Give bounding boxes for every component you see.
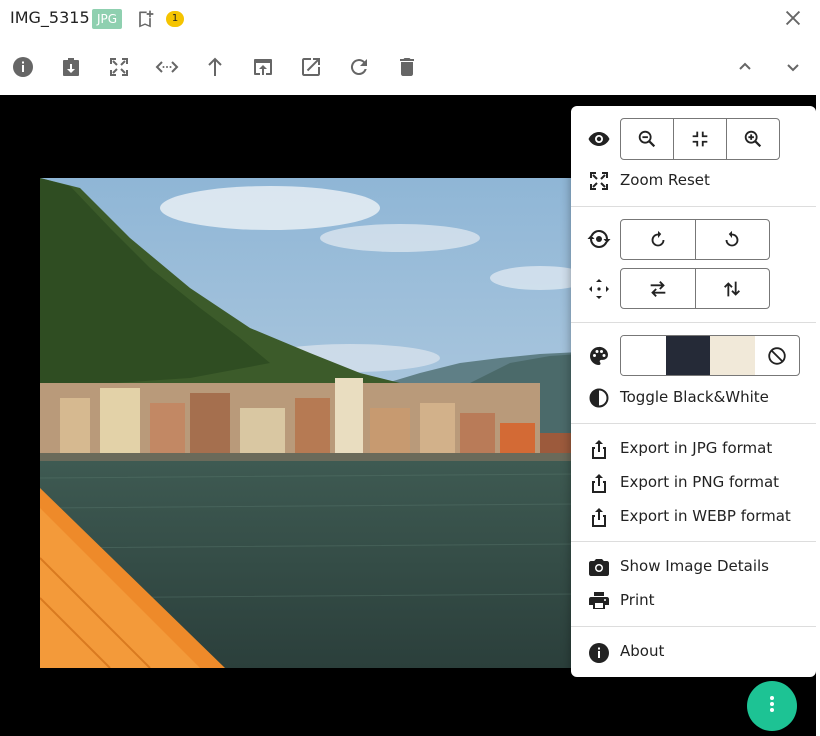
background-color-group <box>620 335 800 376</box>
scrollbar[interactable] <box>816 0 820 736</box>
zoom-out-icon <box>636 128 658 150</box>
bg-dark-swatch[interactable] <box>665 336 710 375</box>
print-icon[interactable] <box>587 589 611 613</box>
rotate-right-button[interactable] <box>621 220 695 259</box>
camera-icon[interactable] <box>587 555 611 579</box>
block-icon <box>766 345 788 367</box>
export-webp-label[interactable]: Export in WEBP format <box>620 507 791 525</box>
swap-horizontal-icon <box>647 278 669 300</box>
export-jpg-label[interactable]: Export in JPG format <box>620 439 772 457</box>
fullscreen-icon[interactable] <box>107 55 131 79</box>
download-icon[interactable] <box>59 55 83 79</box>
zoom-reset-icon[interactable] <box>587 169 611 193</box>
export-png-label[interactable]: Export in PNG format <box>620 473 779 491</box>
eye-icon <box>587 127 611 151</box>
open-in-browser-icon[interactable] <box>251 55 275 79</box>
code-icon[interactable] <box>155 55 179 79</box>
chevron-down-icon[interactable] <box>781 55 805 79</box>
zoom-button-group <box>620 118 780 160</box>
close-icon[interactable] <box>782 7 804 29</box>
upload-icon[interactable] <box>203 55 227 79</box>
count-badge: 1 <box>166 11 184 27</box>
share-icon[interactable] <box>587 437 611 461</box>
swap-vertical-icon <box>721 278 743 300</box>
share-icon[interactable] <box>587 471 611 495</box>
palette-icon <box>587 344 611 368</box>
chevron-up-icon[interactable] <box>733 55 757 79</box>
info-icon[interactable] <box>587 641 611 665</box>
rotate-left-button[interactable] <box>694 220 770 259</box>
info-icon[interactable] <box>11 55 35 79</box>
image-title: IMG_5315 <box>10 8 90 27</box>
fit-screen-icon <box>689 128 711 150</box>
flip-horizontal-button[interactable] <box>621 269 695 308</box>
divider <box>571 322 816 323</box>
flip-button-group <box>620 268 770 309</box>
delete-icon[interactable] <box>395 55 419 79</box>
rotate-button-group <box>620 219 770 260</box>
print-label[interactable]: Print <box>620 591 655 609</box>
contrast-icon[interactable] <box>587 386 611 410</box>
viewer-menu: Zoom Reset Toggle Black&White Export in … <box>571 106 816 677</box>
divider <box>571 541 816 542</box>
zoom-fit-button[interactable] <box>673 119 726 159</box>
more-options-button[interactable] <box>747 681 797 731</box>
rotate-right-icon <box>647 229 669 251</box>
zoom-in-button[interactable] <box>726 119 779 159</box>
title-bar: IMG_5315 JPG 1 <box>0 0 820 38</box>
about-label[interactable]: About <box>620 642 664 660</box>
open-external-icon[interactable] <box>299 55 323 79</box>
toggle-bw-label[interactable]: Toggle Black&White <box>620 388 769 406</box>
divider <box>571 206 816 207</box>
rotate-left-icon <box>721 229 743 251</box>
divider <box>571 423 816 424</box>
zoom-out-button[interactable] <box>621 119 673 159</box>
move-icon <box>587 277 611 301</box>
zoom-reset-label[interactable]: Zoom Reset <box>620 171 710 189</box>
share-icon[interactable] <box>587 505 611 529</box>
zoom-in-icon <box>742 128 764 150</box>
flip-vertical-button[interactable] <box>694 269 770 308</box>
show-details-label[interactable]: Show Image Details <box>620 557 769 575</box>
more-vert-icon <box>760 692 784 720</box>
bg-white-swatch[interactable] <box>621 336 666 375</box>
toolbar <box>0 38 820 95</box>
format-badge: JPG <box>92 9 123 29</box>
bg-cream-swatch[interactable] <box>710 336 755 375</box>
bg-none-button[interactable] <box>755 336 800 375</box>
photo[interactable] <box>40 178 580 668</box>
rotate-icon <box>587 227 611 251</box>
bookmark-add-icon[interactable] <box>135 8 155 30</box>
divider <box>571 626 816 627</box>
refresh-icon[interactable] <box>347 55 371 79</box>
